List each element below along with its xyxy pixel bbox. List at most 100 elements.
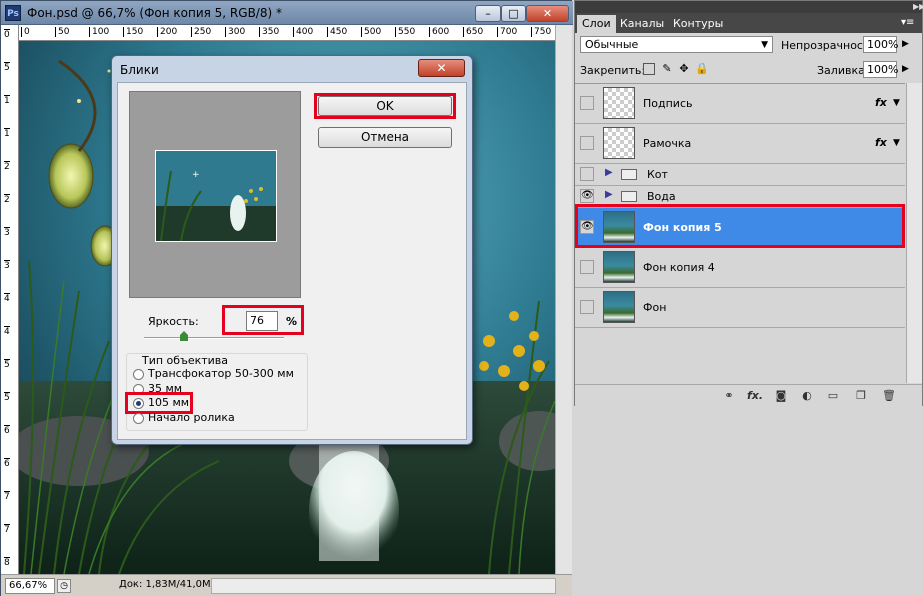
layer-row-frame[interactable]: Рамочка fx ▼ xyxy=(575,124,905,164)
ruler-tick-label: 700 xyxy=(497,27,517,37)
maximize-button[interactable]: □ xyxy=(501,5,526,22)
dialog-title: Блики xyxy=(120,63,159,77)
group-name[interactable]: Вода xyxy=(647,190,676,203)
chevron-down-icon: ▼ xyxy=(761,40,768,50)
brightness-label: Яркость: xyxy=(148,315,199,328)
flare-center-marker[interactable]: + xyxy=(192,170,200,180)
ruler-tick-label: 350 xyxy=(259,27,279,37)
visibility-toggle[interactable] xyxy=(580,96,594,110)
ruler-tick-label: 200 xyxy=(157,27,177,37)
layer-name[interactable]: Фон xyxy=(643,301,666,314)
lens-option-105mm[interactable]: 105 мм xyxy=(148,396,189,409)
ruler-tick-label: 5 xyxy=(4,359,10,370)
layer-row-bg-copy-4[interactable]: Фон копия 4 xyxy=(575,248,905,288)
vertical-ruler[interactable]: 0 5 1 1 2 2 3 3 4 4 5 5 6 6 7 7 8 xyxy=(1,25,19,574)
ruler-tick-label: 550 xyxy=(395,27,415,37)
lens-option-zoom[interactable]: Трансфокатор 50-300 мм xyxy=(148,367,294,380)
ruler-tick-label: 300 xyxy=(225,27,245,37)
preview-thumbnail[interactable]: + xyxy=(155,150,277,242)
fx-icon[interactable]: fx xyxy=(875,136,887,149)
mask-icon[interactable]: ◙ xyxy=(773,388,789,404)
lens-radio-zoom[interactable] xyxy=(133,369,144,380)
trash-icon[interactable]: 🗑 xyxy=(881,388,897,404)
eye-icon[interactable]: 👁 xyxy=(580,220,594,234)
lock-all-icon[interactable]: 🔒 xyxy=(695,63,709,75)
group-name[interactable]: Кот xyxy=(647,168,668,181)
tab-channels[interactable]: Каналы xyxy=(615,15,669,33)
group-row-water[interactable]: 👁 ▶ Вода xyxy=(575,186,905,208)
navigator-icon[interactable]: ◷ xyxy=(57,579,71,593)
lock-transparency-icon[interactable] xyxy=(643,63,655,75)
visibility-toggle[interactable] xyxy=(580,260,594,274)
layer-row-background[interactable]: Фон xyxy=(575,288,905,328)
ruler-tick-label: 1 xyxy=(4,128,10,139)
expand-group-icon[interactable]: ▶ xyxy=(605,189,613,200)
fill-arrow-icon[interactable]: ▶ xyxy=(902,64,909,74)
visibility-toggle[interactable] xyxy=(580,300,594,314)
collapse-panel-icon[interactable]: ▶▶ xyxy=(913,2,923,11)
opacity-arrow-icon[interactable]: ▶ xyxy=(902,39,909,49)
close-window-button[interactable]: ✕ xyxy=(526,5,569,22)
layer-row-signature[interactable]: Подпись fx ▼ xyxy=(575,84,905,124)
layer-name[interactable]: Рамочка xyxy=(643,137,691,150)
document-size-info: Док: 1,83М/41,0М xyxy=(119,579,211,590)
ruler-tick-label: 650 xyxy=(463,27,483,37)
lens-radio-105mm[interactable] xyxy=(133,398,144,409)
document-title-bar[interactable]: Ps Фон.psd @ 66,7% (Фон копия 5, RGB/8) … xyxy=(1,1,573,25)
vertical-scrollbar[interactable] xyxy=(555,25,572,574)
visibility-toggle[interactable] xyxy=(580,167,594,181)
ruler-tick-label: 7 xyxy=(4,524,10,535)
opacity-input[interactable]: 100% xyxy=(863,36,898,53)
group-row-cat[interactable]: ▶ Кот xyxy=(575,164,905,186)
lock-brush-icon[interactable]: ✎ xyxy=(661,63,673,75)
ruler-tick-label: 5 xyxy=(4,62,10,73)
expand-group-icon[interactable]: ▶ xyxy=(605,167,613,178)
tab-paths[interactable]: Контуры xyxy=(668,15,728,33)
fill-input[interactable]: 100% xyxy=(863,61,898,78)
layer-thumbnail xyxy=(603,251,635,283)
layer-thumbnail xyxy=(603,87,635,119)
layers-scrollbar[interactable] xyxy=(906,83,922,383)
ruler-tick-label: 4 xyxy=(4,326,10,337)
eye-icon[interactable]: 👁 xyxy=(580,189,594,203)
fx-icon[interactable]: fx xyxy=(875,96,887,109)
ruler-tick-label: 450 xyxy=(327,27,347,37)
group-icon[interactable]: ▭ xyxy=(825,388,841,404)
cancel-button[interactable]: Отмена xyxy=(318,127,452,148)
layer-name[interactable]: Подпись xyxy=(643,97,692,110)
horizontal-scrollbar[interactable] xyxy=(211,578,556,594)
expand-effects-icon[interactable]: ▼ xyxy=(893,138,900,148)
blend-mode-select[interactable]: Обычные ▼ xyxy=(580,36,773,53)
panel-menu-icon[interactable]: ▾≡ xyxy=(901,17,914,28)
ruler-tick-label: 7 xyxy=(4,491,10,502)
tab-layers[interactable]: Слои xyxy=(577,15,616,33)
visibility-toggle[interactable] xyxy=(580,136,594,150)
ruler-tick-label: 5 xyxy=(4,392,10,403)
layer-row-bg-copy-5[interactable]: 👁 Фон копия 5 xyxy=(575,208,905,248)
fx-icon[interactable]: fx. xyxy=(747,388,763,404)
brightness-slider-thumb[interactable] xyxy=(180,331,188,341)
fill-label: Заливка: xyxy=(817,64,869,77)
minimize-button[interactable]: – xyxy=(475,5,501,22)
adjustment-icon[interactable]: ◐ xyxy=(799,388,815,404)
flare-preview-area[interactable]: + xyxy=(129,91,301,298)
ok-button[interactable]: OK xyxy=(318,96,452,116)
zoom-field[interactable]: 66,67% xyxy=(5,578,55,594)
horizontal-ruler[interactable]: 0 50 100 150 200 250 300 350 400 450 500 550 600 650 7… xyxy=(19,25,555,41)
ruler-tick-label: 0 xyxy=(21,27,30,37)
status-bar: 66,67% ◷ Док: 1,83М/41,0М xyxy=(1,574,572,596)
lens-radio-movie-prime[interactable] xyxy=(133,413,144,424)
lens-option-movie-prime[interactable]: Начало ролика xyxy=(148,411,235,424)
layer-name[interactable]: Фон копия 4 xyxy=(643,261,715,274)
brightness-input[interactable]: 76 xyxy=(246,311,278,331)
dialog-close-icon[interactable]: ✕ xyxy=(418,59,465,77)
photoshop-logo-icon: Ps xyxy=(5,5,21,21)
ruler-tick-label: 4 xyxy=(4,293,10,304)
link-icon[interactable]: ⚭ xyxy=(721,388,737,404)
lock-move-icon[interactable]: ✥ xyxy=(678,63,690,75)
layer-name[interactable]: Фон копия 5 xyxy=(643,221,722,234)
new-layer-icon[interactable]: ❐ xyxy=(853,388,869,404)
brightness-slider-track[interactable] xyxy=(144,337,284,339)
panel-header-bar[interactable] xyxy=(575,1,922,13)
expand-effects-icon[interactable]: ▼ xyxy=(893,98,900,108)
